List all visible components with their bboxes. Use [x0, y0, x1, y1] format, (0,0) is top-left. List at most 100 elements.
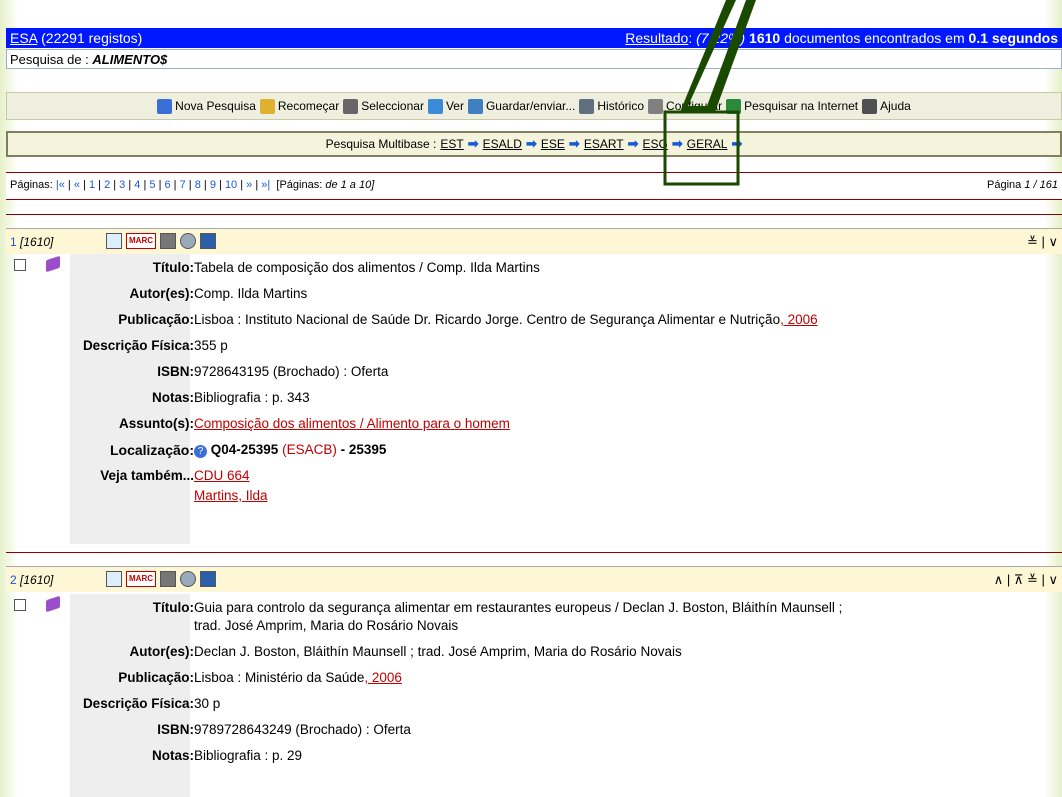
print-icon[interactable] [160, 571, 176, 587]
see-also-link[interactable]: CDU 664 [194, 468, 250, 483]
record-checkbox[interactable] [14, 259, 26, 271]
result-text: documentos encontrados em [784, 30, 965, 46]
year-link[interactable]: , 2006 [364, 670, 402, 685]
toolbar-button-1[interactable]: Recomeçar [259, 98, 340, 114]
physical-desc-label: Descrição Física: [82, 696, 194, 711]
record-total: [1610] [20, 235, 54, 249]
notes-label: Notas: [151, 390, 194, 405]
author-value: Comp. Ilda Martins [194, 286, 308, 301]
location-label: Localização: [109, 442, 194, 458]
title-label: Título: [152, 600, 194, 615]
page-value: 1 / 161 [1024, 179, 1058, 191]
record-index[interactable]: 1 [10, 235, 17, 249]
configure-icon [648, 98, 664, 114]
query-line: Pesquisa de : ALIMENTO$ [6, 49, 1062, 69]
info-icon[interactable]: ? [194, 445, 207, 458]
page-number-link[interactable]: 2 [104, 179, 110, 191]
publication-label: Publicação: [118, 312, 194, 327]
toolbar: Nova Pesquisa Recomeçar Seleccionar Ver Guar… [6, 92, 1062, 120]
toolbar-button-4[interactable]: Guardar/enviar... [467, 98, 576, 114]
page-number-link[interactable]: 6 [165, 179, 171, 191]
globe-icon [726, 98, 742, 114]
result-percent: (7.22%) [696, 30, 746, 46]
page-number-link[interactable]: 1 [89, 179, 95, 191]
prev-page-link[interactable]: « [74, 179, 80, 191]
page-number-link[interactable]: 5 [149, 179, 155, 191]
notes-label: Notas: [151, 748, 194, 763]
select-record-icon[interactable] [106, 233, 122, 249]
base-link[interactable]: GERAL [687, 137, 728, 151]
toolbar-button-6[interactable]: Configurar [648, 98, 722, 114]
query-label: Pesquisa de : [10, 52, 89, 67]
arrow-right-icon: ➡ [568, 136, 580, 151]
toolbar-button-5[interactable]: Histórico [579, 98, 645, 114]
book-icon [46, 595, 60, 613]
physical-desc-value: 30 p [194, 696, 221, 711]
physical-desc-value: 355 p [194, 338, 228, 353]
page-number-link[interactable]: 4 [134, 179, 140, 191]
base-link[interactable]: EST [440, 137, 463, 151]
toolbar-button-7[interactable]: Pesquisar na Internet [726, 98, 858, 114]
marc-icon[interactable]: MARC [126, 233, 156, 249]
subject-link[interactable]: Composição dos alimentos [194, 416, 356, 431]
isbn-value: 9728643195 (Brochado) : Oferta [194, 364, 389, 379]
base-link[interactable]: ESG [643, 137, 668, 151]
subject-label: Assunto(s): [119, 416, 194, 431]
subject-link[interactable]: / Alimento para o homem [356, 416, 510, 431]
results-header: ESA (22291 registos) Resultado: (7.22%) … [6, 28, 1062, 48]
arrow-right-icon: ➡ [671, 136, 683, 151]
record-nav[interactable]: ∧ | ⊼ ≚ | ∨ [994, 572, 1058, 588]
marc-icon[interactable]: MARC [126, 571, 156, 587]
divider [6, 214, 1062, 215]
last-page-link[interactable]: »| [261, 179, 270, 191]
print-icon[interactable] [160, 233, 176, 249]
title-label: Título: [152, 260, 194, 275]
year-link[interactable]: , 2006 [780, 312, 818, 327]
range-value: de 1 a 10] [325, 179, 375, 191]
range-label: [Páginas: [276, 179, 323, 191]
database-link[interactable]: ESA [10, 30, 37, 46]
page-number-link[interactable]: 8 [195, 179, 201, 191]
record-index[interactable]: 2 [10, 573, 17, 587]
toolbar-button-label: Guardar/enviar... [485, 99, 576, 113]
page-number-link[interactable]: 9 [210, 179, 216, 191]
toolbar-button-2[interactable]: Seleccionar [343, 98, 424, 114]
page-label: Página [987, 179, 1022, 191]
publication-label: Publicação: [118, 670, 194, 685]
reserve-icon[interactable] [180, 233, 196, 249]
toolbar-button-label: Recomeçar [277, 99, 340, 113]
save-icon [467, 98, 483, 114]
base-link[interactable]: ESART [584, 137, 624, 151]
base-link[interactable]: ESE [541, 137, 565, 151]
arrow-right-icon: ➡ [525, 136, 537, 151]
toolbar-button-8[interactable]: Ajuda [862, 98, 911, 114]
next-page-link[interactable]: » [246, 179, 252, 191]
page-number-link[interactable]: 3 [119, 179, 125, 191]
divider [6, 552, 1062, 553]
help-icon [862, 98, 878, 114]
publication-value: Lisboa : Instituto Nacional de Saúde Dr.… [194, 312, 781, 327]
page-number-link[interactable]: 10 [225, 179, 237, 191]
arrow-right-icon: ➡ [467, 136, 479, 151]
toolbar-button-3[interactable]: Ver [427, 98, 464, 114]
toolbar-button-0[interactable]: Nova Pesquisa [157, 98, 256, 114]
location-library: (ESACB) [282, 442, 337, 457]
page-number-link[interactable]: 7 [180, 179, 186, 191]
record-bar-2: 2 [1610] MARC ∧ | ⊼ ≚ | ∨ [6, 566, 1062, 592]
first-page-link[interactable]: |« [56, 179, 65, 191]
isbn-value: 9789728643249 (Brochado) : Oferta [194, 722, 411, 737]
database-count: (22291 registos) [41, 30, 143, 46]
select-record-icon[interactable] [106, 571, 122, 587]
result-label[interactable]: Resultado [625, 30, 688, 46]
arrow-right-icon: ➡ [731, 136, 743, 151]
record-nav[interactable]: ≚ | ∨ [1027, 234, 1058, 250]
reserve-icon[interactable] [180, 571, 196, 587]
base-link[interactable]: ESALD [483, 137, 522, 151]
record-checkbox[interactable] [14, 599, 26, 611]
location-code: Q04-25395 [210, 442, 279, 457]
toolbar-button-label: Histórico [597, 99, 645, 113]
title-value: Tabela de composição dos alimentos / Com… [194, 260, 540, 275]
see-also-link[interactable]: Martins, Ilda [194, 488, 268, 503]
export-icon[interactable] [200, 233, 216, 249]
export-icon[interactable] [200, 571, 216, 587]
